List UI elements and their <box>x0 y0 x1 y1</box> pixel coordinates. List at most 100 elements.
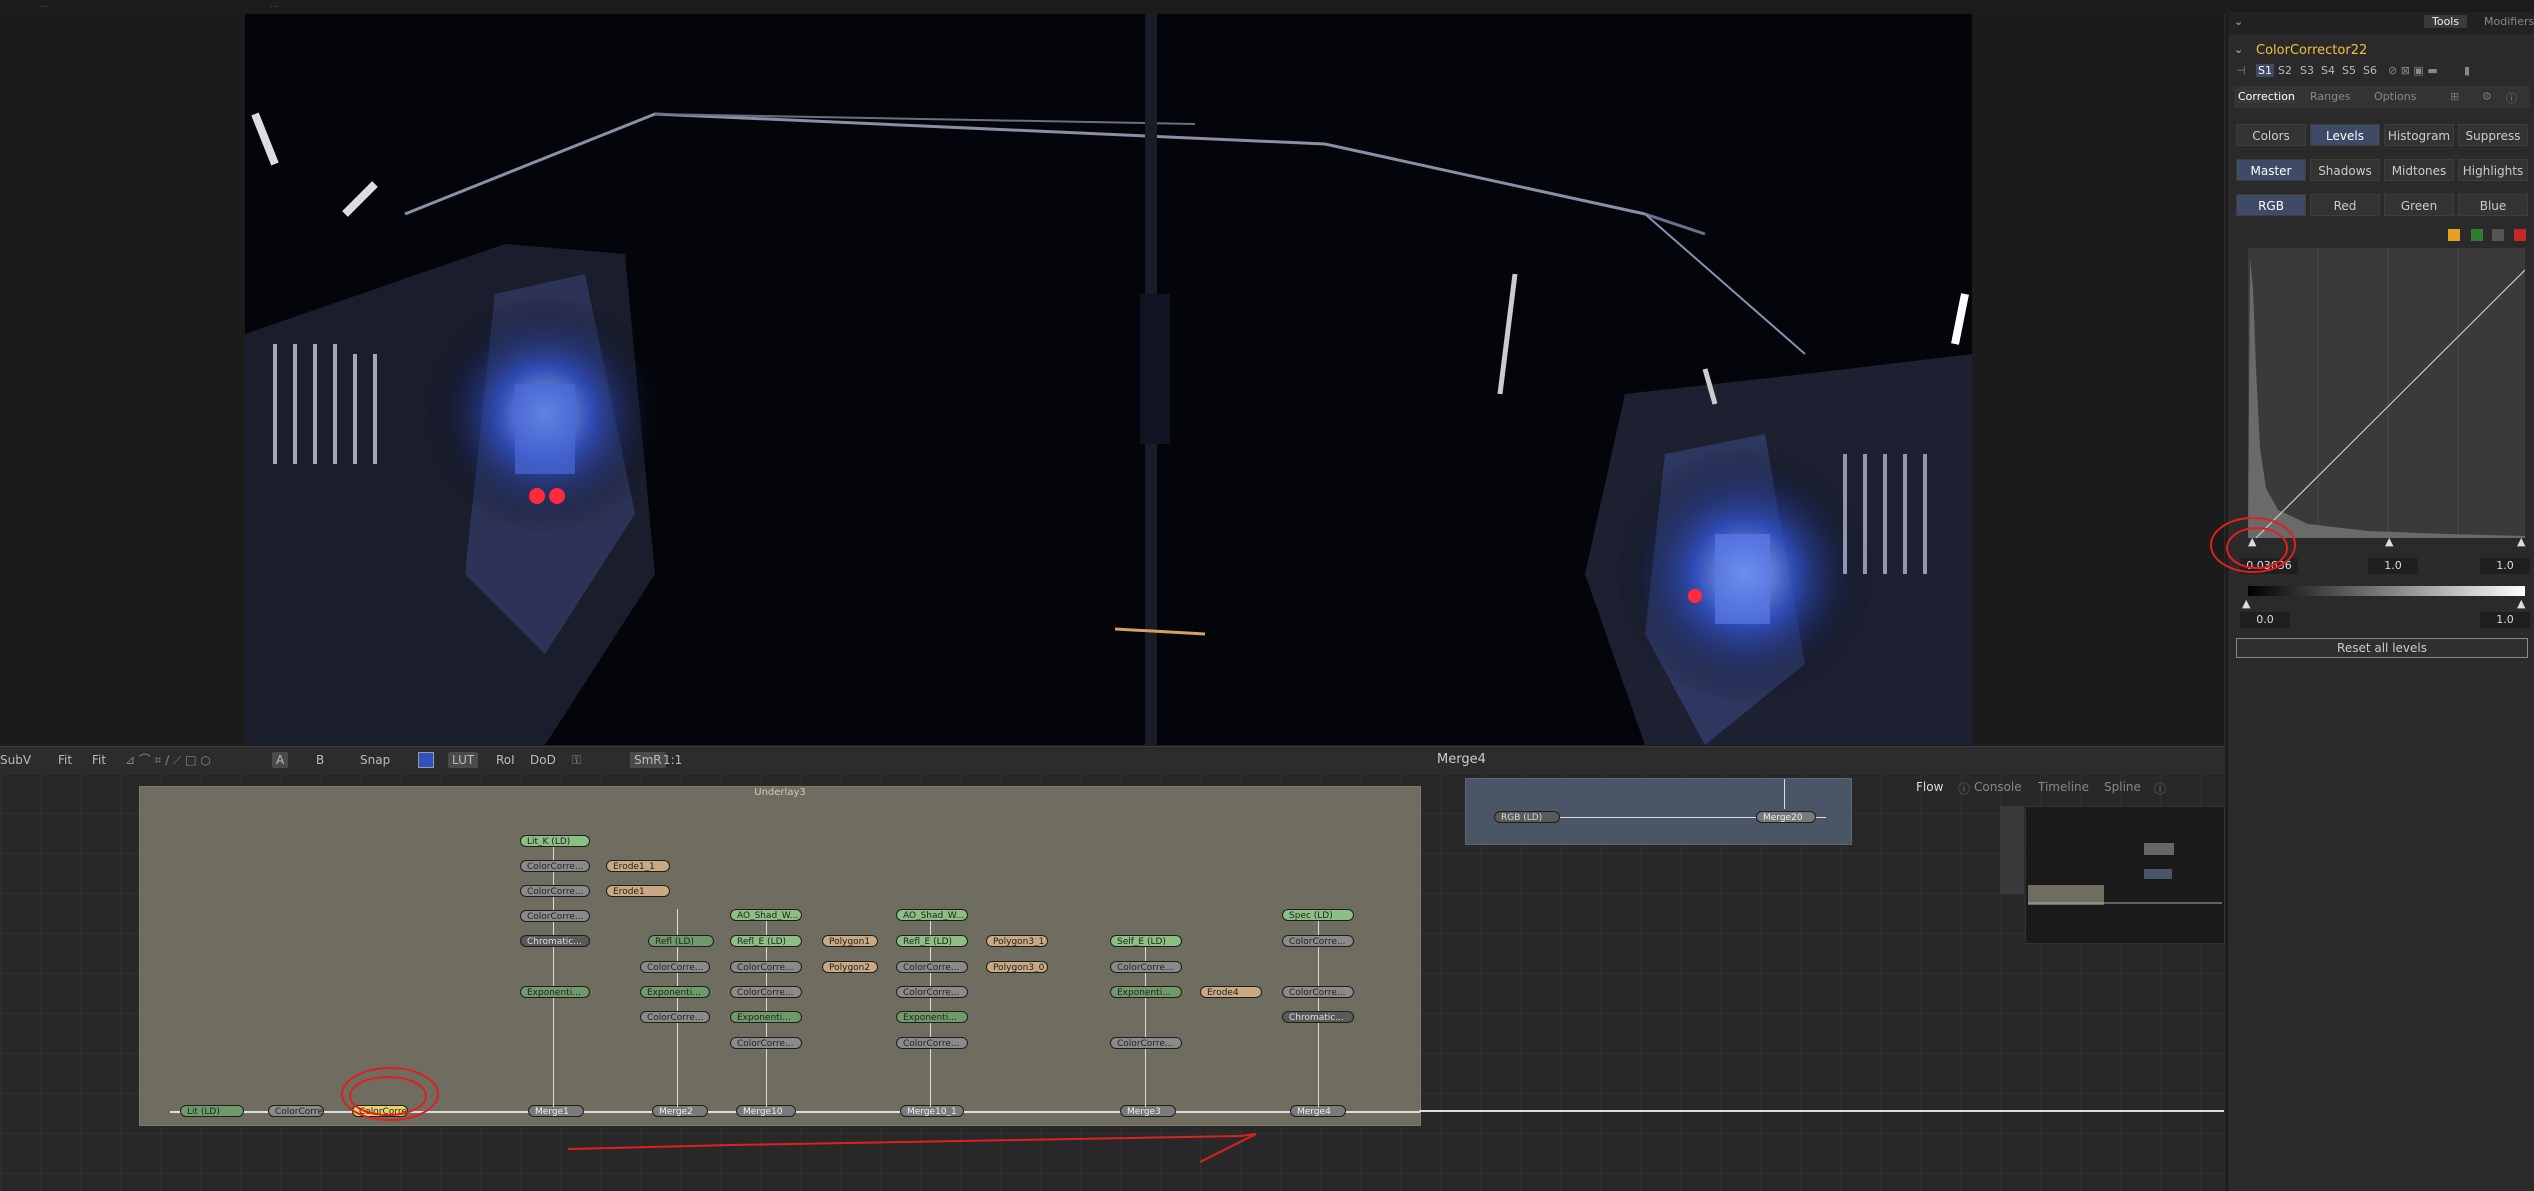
node-merge1[interactable]: Merge1 <box>528 1105 584 1117</box>
input-mid-value[interactable]: 1.0 <box>2368 558 2418 574</box>
rgb-button[interactable]: RGB <box>2236 194 2306 216</box>
node-cc-c1[interactable]: ColorCorre... <box>896 961 968 973</box>
ratio-button[interactable]: 1:1 <box>663 752 682 768</box>
node-exponential-1[interactable]: Exponenti... <box>520 986 590 998</box>
node-lit-k[interactable]: Lit_K (LD) <box>520 835 590 847</box>
gear-icon[interactable]: ⚙ <box>2482 90 2492 103</box>
mid-handle-icon[interactable]: ▲ <box>2385 535 2393 548</box>
rgb-underlay-group[interactable]: RGB (LD) Merge20 <box>1465 778 1852 845</box>
suppress-button[interactable]: Suppress <box>2458 124 2528 146</box>
node-merge20[interactable]: Merge20 <box>1756 811 1816 823</box>
node-merge3[interactable]: Merge3 <box>1120 1105 1176 1117</box>
node-editor[interactable]: Underlay3 Lit (LD) ColorCorre... ColorCo… <box>0 773 2224 1191</box>
node-exponential-b[interactable]: Exponenti... <box>730 1011 802 1023</box>
node-polygon3-0[interactable]: Polygon3_0 <box>986 961 1048 973</box>
dod-button[interactable]: DoD <box>530 752 556 768</box>
node-cc-c2[interactable]: ColorCorre... <box>896 986 968 998</box>
edit-icon[interactable] <box>2492 229 2504 241</box>
node-exponential-d[interactable]: Exponenti... <box>1110 986 1182 998</box>
stop-icon[interactable] <box>2514 229 2526 241</box>
node-cc-b1[interactable]: ColorCorre... <box>730 961 802 973</box>
version-s3[interactable]: S3 <box>2300 64 2314 77</box>
node-cc-1[interactable]: ColorCorre... <box>520 860 590 872</box>
tab-timeline[interactable]: Timeline <box>2038 780 2089 794</box>
version-s2[interactable]: S2 <box>2278 64 2292 77</box>
ab-a-button[interactable]: A <box>272 752 289 768</box>
tab-ranges[interactable]: Ranges <box>2310 90 2351 103</box>
node-colorcorrector-selected[interactable]: ColorCorre... <box>352 1105 408 1117</box>
ab-b-button[interactable]: B <box>316 752 324 768</box>
node-rgb-ld[interactable]: RGB (LD) <box>1494 811 1560 823</box>
play-icon[interactable] <box>2448 229 2460 241</box>
node-refl-e-2[interactable]: Refl_E (LD) <box>896 935 968 947</box>
node-cc-e2[interactable]: ColorCorre... <box>1282 986 1354 998</box>
node-self-e[interactable]: Self_E (LD) <box>1110 935 1182 947</box>
node-lit-ld[interactable]: Lit (LD) <box>180 1105 244 1117</box>
tab-flow[interactable]: Flow <box>1916 780 1943 794</box>
version-s5[interactable]: S5 <box>2342 64 2356 77</box>
blue-button[interactable]: Blue <box>2458 194 2528 216</box>
smr-button[interactable]: SmR <box>630 752 666 768</box>
node-ao-shad-2[interactable]: AO_Shad_W... <box>896 909 968 921</box>
levels-button[interactable]: Levels <box>2310 124 2380 146</box>
expand-chevron-icon[interactable]: ⌄ <box>2234 43 2243 56</box>
histogram-button[interactable]: Histogram <box>2384 124 2454 146</box>
output-high-value[interactable]: 1.0 <box>2480 612 2530 628</box>
fit-dropdown[interactable]: Fit <box>58 752 72 768</box>
node-chromatic-1[interactable]: Chromatic... <box>520 935 590 947</box>
node-erode1-1[interactable]: Erode1_1 <box>606 860 670 872</box>
node-erode4[interactable]: Erode4 <box>1200 986 1262 998</box>
version-s6[interactable]: S6 <box>2363 64 2377 77</box>
node-colorcorrector[interactable]: ColorCorre... <box>268 1105 324 1117</box>
node-cc-b2[interactable]: ColorCorre... <box>730 986 802 998</box>
reset-all-levels-button[interactable]: Reset all levels <box>2236 638 2528 658</box>
green-button[interactable]: Green <box>2384 194 2454 216</box>
collapse-icon[interactable]: ⌄ <box>2234 15 2243 28</box>
roi-button[interactable]: RoI <box>496 752 515 768</box>
tool-state-icons[interactable]: ⊘ ⊠ ▣ ▬ <box>2388 64 2438 77</box>
info-icon[interactable]: ⓘ <box>2506 90 2517 106</box>
tab-1[interactable]: ... <box>40 0 49 12</box>
color-swatch-icon[interactable] <box>418 752 434 768</box>
fit-button[interactable]: Fit <box>92 752 106 768</box>
tab-2[interactable]: ... <box>270 0 279 12</box>
input-high-value[interactable]: 1.0 <box>2480 558 2530 574</box>
node-cc-3[interactable]: ColorCorre... <box>520 910 590 922</box>
output-high-handle-icon[interactable]: ▲ <box>2517 597 2525 610</box>
lut-dropdown[interactable]: LUT <box>448 752 479 768</box>
tab-console[interactable]: Console <box>1974 780 2022 794</box>
flow-navigator[interactable] <box>2025 806 2225 944</box>
node-polygon2[interactable]: Polygon2 <box>822 961 878 973</box>
node-chromatic-2[interactable]: Chromatic... <box>1282 1011 1354 1023</box>
color-toggle-icon[interactable]: ▮ <box>2464 64 2470 77</box>
lock-icon[interactable]: ⚿ <box>572 752 581 768</box>
node-ao-shad[interactable]: AO_Shad_W... <box>730 909 802 921</box>
node-cc-2[interactable]: ColorCorre... <box>520 885 590 897</box>
record-icon[interactable] <box>2471 229 2483 241</box>
output-low-value[interactable]: 0.0 <box>2240 612 2290 628</box>
node-merge2[interactable]: Merge2 <box>652 1105 708 1117</box>
node-cc-e1[interactable]: ColorCorre... <box>1282 935 1354 947</box>
output-gradient[interactable] <box>2248 586 2525 596</box>
master-button[interactable]: Master <box>2236 159 2306 181</box>
tab-options[interactable]: Options <box>2374 90 2416 103</box>
high-handle-icon[interactable]: ▲ <box>2517 535 2525 548</box>
node-refl-ld[interactable]: Refl (LD) <box>648 935 714 947</box>
version-s4[interactable]: S4 <box>2321 64 2335 77</box>
shadows-button[interactable]: Shadows <box>2310 159 2380 181</box>
node-cc-r1[interactable]: ColorCorre... <box>640 961 710 973</box>
underlay-group[interactable]: Underlay3 Lit (LD) ColorCorre... ColorCo… <box>139 786 1421 1126</box>
node-polygon3-1[interactable]: Polygon3_1 <box>986 935 1048 947</box>
node-spec-ld[interactable]: Spec (LD) <box>1282 909 1354 921</box>
pin-icon[interactable]: ⊣ <box>2236 64 2246 77</box>
red-button[interactable]: Red <box>2310 194 2380 216</box>
node-refl-e[interactable]: Refl_E (LD) <box>730 935 802 947</box>
tab-spline[interactable]: Spline <box>2104 780 2141 794</box>
settings-icon[interactable]: ⓘ <box>2154 780 2166 797</box>
node-cc-c3[interactable]: ColorCorre... <box>896 1037 968 1049</box>
levels-histogram[interactable] <box>2248 248 2526 539</box>
tool-icons[interactable]: ⊿ ⌒ ⌗ ∕ ⟋ □ ○ <box>125 752 211 768</box>
node-exponential-c[interactable]: Exponenti... <box>896 1011 968 1023</box>
input-low-value[interactable]: 0.03636 <box>2240 558 2298 574</box>
snap-dropdown[interactable]: Snap <box>360 752 390 768</box>
